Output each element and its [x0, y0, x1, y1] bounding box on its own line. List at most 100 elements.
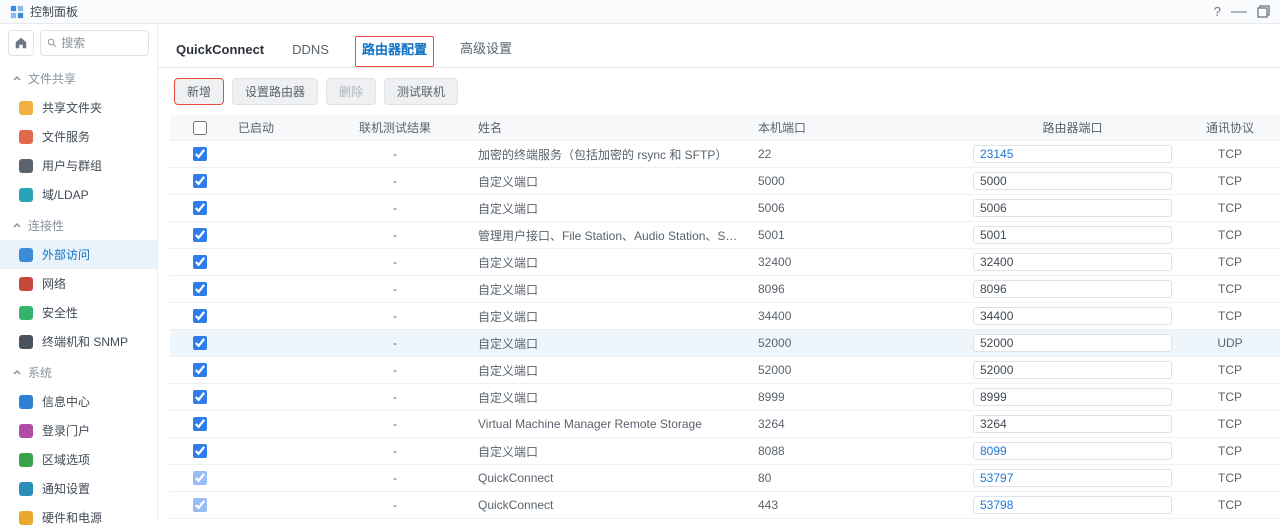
- row-enabled-checkbox[interactable]: [193, 336, 207, 350]
- sidebar-item-hardware[interactable]: 硬件和电源: [0, 503, 157, 532]
- sidebar-section-header[interactable]: 文件共享: [0, 62, 157, 93]
- col-checkbox[interactable]: [170, 115, 230, 141]
- row-enabled-checkbox[interactable]: [193, 228, 207, 242]
- row-enabled-checkbox[interactable]: [193, 498, 207, 512]
- router-port-input[interactable]: [973, 172, 1172, 190]
- table-row[interactable]: -管理用户接口、File Station、Audio Station、Surve…: [170, 222, 1280, 249]
- sidebar-item-domain-ldap[interactable]: 域/LDAP: [0, 180, 157, 209]
- row-enabled-checkbox[interactable]: [193, 174, 207, 188]
- router-port-input[interactable]: [973, 442, 1172, 460]
- table-row[interactable]: -QuickConnect443TCP: [170, 492, 1280, 519]
- router-port-input[interactable]: [973, 145, 1172, 163]
- router-port-input[interactable]: [973, 361, 1172, 379]
- table-row[interactable]: -加密的终端服务（包括加密的 rsync 和 SFTP）22TCP: [170, 141, 1280, 168]
- search-input[interactable]: [61, 36, 142, 50]
- maximize-icon[interactable]: [1257, 5, 1270, 18]
- row-name: QuickConnect: [470, 492, 750, 519]
- router-port-input[interactable]: [973, 280, 1172, 298]
- row-protocol: TCP: [1180, 411, 1280, 438]
- delete-button: 删除: [326, 78, 376, 105]
- col-local-port[interactable]: 本机端口: [750, 115, 965, 141]
- row-enabled-checkbox[interactable]: [193, 390, 207, 404]
- test-conn-button[interactable]: 测试联机: [384, 78, 458, 105]
- table-row[interactable]: -自定义端口52000UDP: [170, 330, 1280, 357]
- table-row[interactable]: -自定义端口32400TCP: [170, 249, 1280, 276]
- sidebar-item-external-access[interactable]: 外部访问: [0, 240, 157, 269]
- router-port-input[interactable]: [973, 253, 1172, 271]
- tab-quickconnect[interactable]: QuickConnect: [174, 38, 266, 67]
- sidebar-section-header[interactable]: 系统: [0, 356, 157, 387]
- minimize-icon[interactable]: —: [1231, 8, 1247, 16]
- row-local-port: 32400: [750, 249, 965, 276]
- router-port-input[interactable]: [973, 226, 1172, 244]
- tab-router-config[interactable]: 路由器配置: [355, 36, 434, 67]
- row-enabled-checkbox[interactable]: [193, 282, 207, 296]
- row-enabled-checkbox[interactable]: [193, 417, 207, 431]
- table-row[interactable]: -Virtual Machine Manager Remote Storage3…: [170, 411, 1280, 438]
- sidebar-item-label: 网络: [42, 275, 66, 292]
- col-test[interactable]: 联机测试结果: [320, 115, 470, 141]
- sidebar-item-region[interactable]: 区域选项: [0, 445, 157, 474]
- table-row[interactable]: -自定义端口8088TCP: [170, 438, 1280, 465]
- router-port-input[interactable]: [973, 199, 1172, 217]
- tabs: QuickConnect DDNS 路由器配置高级设置: [158, 24, 1280, 68]
- sidebar-item-info-center[interactable]: 信息中心: [0, 387, 157, 416]
- row-protocol: TCP: [1180, 168, 1280, 195]
- sidebar-item-file-service[interactable]: 文件服务: [0, 122, 157, 151]
- row-enabled-checkbox[interactable]: [193, 444, 207, 458]
- table-row[interactable]: -自定义端口34400TCP: [170, 303, 1280, 330]
- home-button[interactable]: [8, 30, 34, 56]
- row-name: 自定义端口: [470, 303, 750, 330]
- sidebar-item-users-groups[interactable]: 用户与群组: [0, 151, 157, 180]
- sidebar-section-header[interactable]: 连接性: [0, 209, 157, 240]
- sidebar-item-security[interactable]: 安全性: [0, 298, 157, 327]
- sidebar-item-label: 共享文件夹: [42, 99, 102, 116]
- row-test: -: [320, 249, 470, 276]
- sidebar-item-login-portal[interactable]: 登录门户: [0, 416, 157, 445]
- sidebar-item-network[interactable]: 网络: [0, 269, 157, 298]
- row-test: -: [320, 141, 470, 168]
- add-button[interactable]: 新增: [174, 78, 224, 105]
- help-icon[interactable]: ?: [1214, 4, 1221, 19]
- sidebar-item-shared-folder[interactable]: 共享文件夹: [0, 93, 157, 122]
- row-local-port: 5006: [750, 195, 965, 222]
- select-all-checkbox[interactable]: [193, 121, 207, 135]
- sidebar-item-icon: [18, 394, 34, 410]
- row-enabled-checkbox[interactable]: [193, 201, 207, 215]
- row-enabled-checkbox[interactable]: [193, 255, 207, 269]
- col-enabled[interactable]: 已启动: [230, 115, 320, 141]
- tab-advanced[interactable]: 高级设置: [458, 34, 514, 67]
- sidebar-item-notification[interactable]: 通知设置: [0, 474, 157, 503]
- col-protocol[interactable]: 通讯协议: [1180, 115, 1280, 141]
- col-router-port[interactable]: 路由器端口: [965, 115, 1180, 141]
- table-row[interactable]: -自定义端口8096TCP: [170, 276, 1280, 303]
- row-test: -: [320, 222, 470, 249]
- tab-ddns[interactable]: DDNS: [290, 38, 331, 67]
- sidebar-item-terminal-snmp[interactable]: 终端机和 SNMP: [0, 327, 157, 356]
- router-port-input[interactable]: [973, 388, 1172, 406]
- row-protocol: TCP: [1180, 141, 1280, 168]
- table-row[interactable]: -QuickConnect80TCP: [170, 465, 1280, 492]
- search-box[interactable]: [40, 30, 149, 56]
- row-enabled-checkbox[interactable]: [193, 147, 207, 161]
- setup-router-button[interactable]: 设置路由器: [232, 78, 318, 105]
- row-test: -: [320, 384, 470, 411]
- sidebar-item-label: 文件服务: [42, 128, 90, 145]
- row-enabled-checkbox[interactable]: [193, 363, 207, 377]
- router-port-input[interactable]: [973, 307, 1172, 325]
- router-port-input[interactable]: [973, 469, 1172, 487]
- row-enabled-checkbox[interactable]: [193, 471, 207, 485]
- row-protocol: TCP: [1180, 384, 1280, 411]
- table-row[interactable]: -自定义端口52000TCP: [170, 357, 1280, 384]
- col-name[interactable]: 姓名: [470, 115, 750, 141]
- row-enabled-checkbox[interactable]: [193, 309, 207, 323]
- row-test: -: [320, 411, 470, 438]
- router-port-input[interactable]: [973, 415, 1172, 433]
- table-row[interactable]: -自定义端口5000TCP: [170, 168, 1280, 195]
- table-row[interactable]: -自定义端口5006TCP: [170, 195, 1280, 222]
- row-protocol: TCP: [1180, 438, 1280, 465]
- router-port-input[interactable]: [973, 334, 1172, 352]
- table-row[interactable]: -自定义端口8999TCP: [170, 384, 1280, 411]
- window-title: 控制面板: [30, 3, 1214, 20]
- router-port-input[interactable]: [973, 496, 1172, 514]
